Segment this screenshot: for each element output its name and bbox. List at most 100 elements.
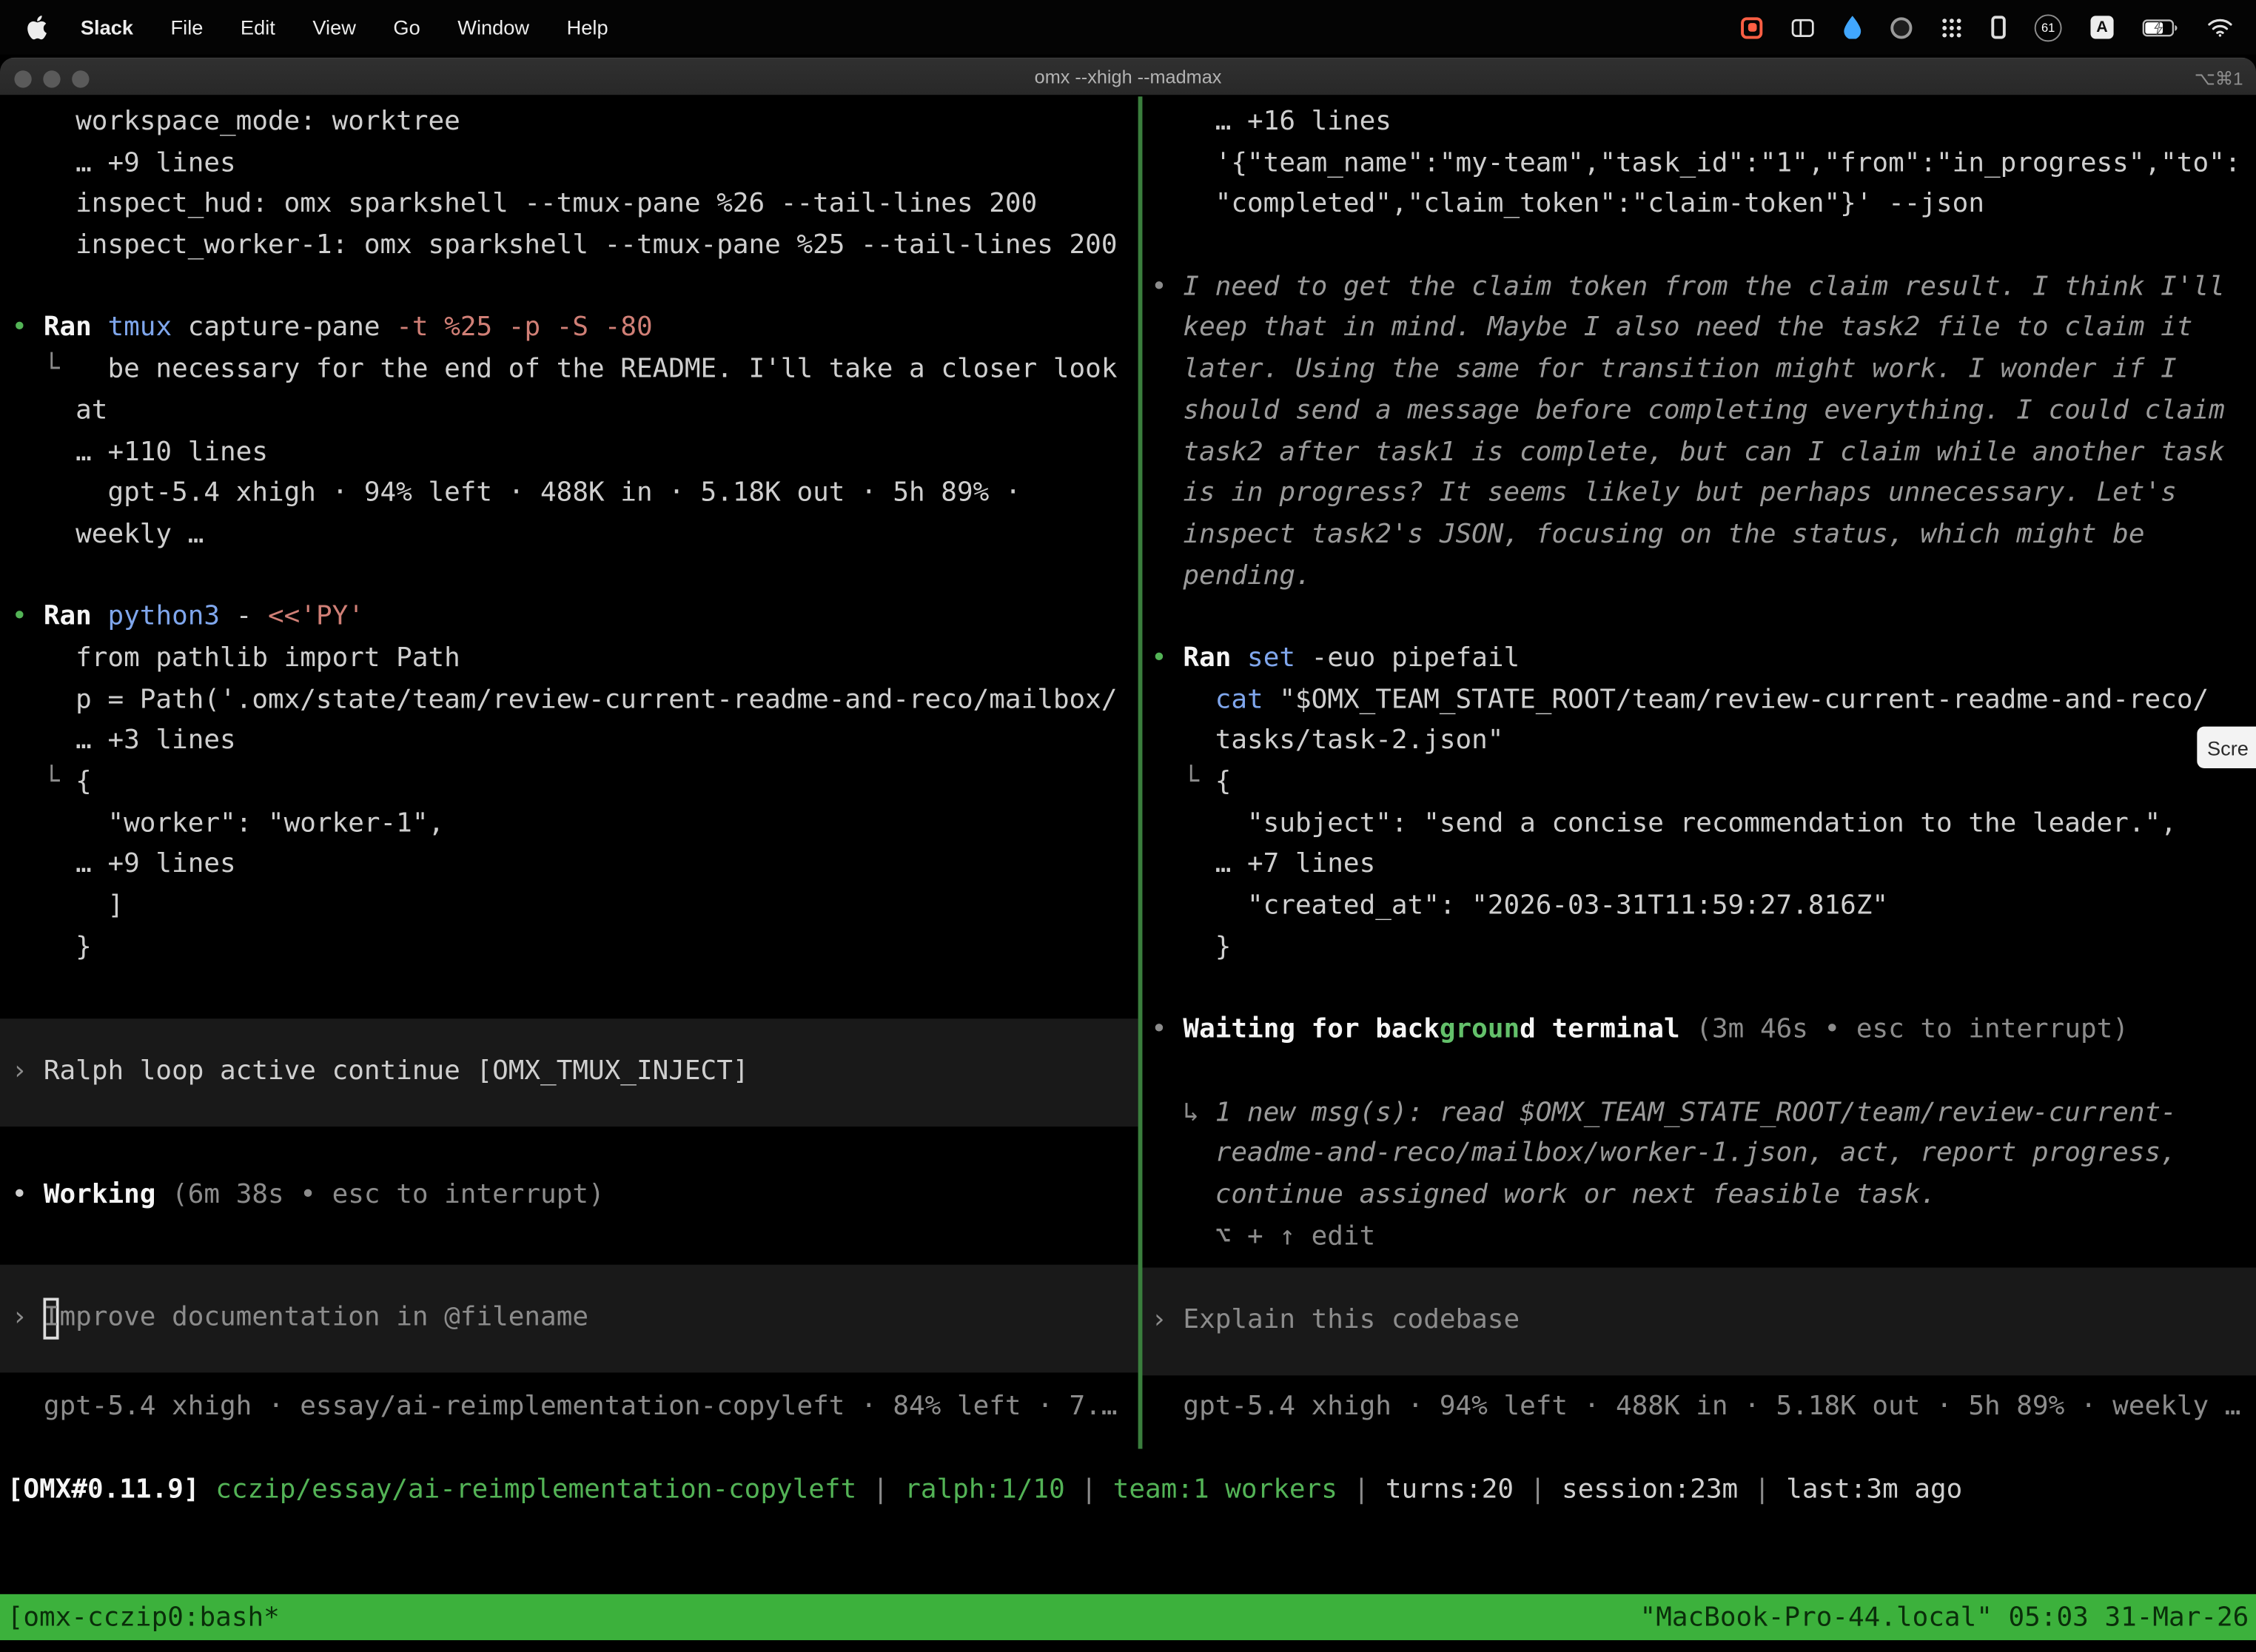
zoom-button[interactable] <box>72 70 89 87</box>
terminal-line: inspect task2's JSON, focusing on the st… <box>1142 515 2256 557</box>
text-segment: task2 after task1 is complete, but can I… <box>1151 437 2225 467</box>
text-segment: -t %25 -p -S -80 <box>396 313 652 343</box>
terminal-line: └ { <box>1142 762 2256 804</box>
terminal-line: gpt-5.4 xhigh · 94% left · 488K in · 5.1… <box>1142 1387 2256 1428</box>
menu-file[interactable]: File <box>152 16 221 38</box>
text-segment: └ <box>12 354 108 384</box>
input-placeholder: mprove documentation in @filename <box>60 1302 589 1332</box>
terminal-window: omx --xhigh --madmax ⌥⌘1 workspace_mode:… <box>0 58 2256 1652</box>
terminal-line: … +3 lines <box>0 722 1138 763</box>
text-segment: | <box>1337 1474 1386 1505</box>
terminal-line: "worker": "worker-1", <box>0 804 1138 845</box>
macos-menu-bar: Slack File Edit View Go Window Help 61 A <box>0 0 2256 55</box>
text-segment: p = Path('.omx/state/team/review-current… <box>12 685 1118 715</box>
terminal-line: • Ran set -euo pipefail <box>1142 639 2256 680</box>
app-grid-icon[interactable] <box>1941 16 1962 38</box>
text-segment: inspect_hud: omx sparkshell --tmux-pane … <box>12 189 1038 219</box>
window-grid-icon[interactable] <box>1791 18 1814 36</box>
terminal-line: continue assigned work or next feasible … <box>1142 1175 2256 1217</box>
terminal-line: from pathlib import Path <box>0 639 1138 680</box>
prompt-input-band[interactable]: › Explain this codebase <box>1142 1268 2256 1375</box>
dark-circle-icon[interactable] <box>1890 16 1912 38</box>
tmux-pane-left[interactable]: workspace_mode: worktree … +9 lines insp… <box>0 96 1138 1448</box>
prompt-input-band[interactable]: › Ralph loop active continue [OMX_TMUX_I… <box>0 1019 1138 1126</box>
text-segment: ] <box>12 890 124 921</box>
terminal-output-block: workspace_mode: worktree … +9 lines insp… <box>0 102 1138 969</box>
text-segment: "$OMX_TEAM_STATE_ROOT/team/review-curren… <box>1279 685 2209 715</box>
omx-last-activity: last:3m ago <box>1786 1474 1962 1505</box>
apple-icon <box>26 14 47 40</box>
text-segment: • <box>1151 272 1183 302</box>
screen-recording-icon[interactable] <box>1741 16 1762 38</box>
minimize-button[interactable] <box>43 70 60 87</box>
battery-charging-icon[interactable] <box>2142 18 2178 36</box>
menu-view[interactable]: View <box>294 16 375 38</box>
text-segment: is in progress? It seems likely but perh… <box>1151 478 2177 508</box>
text-segment: pending. <box>1151 560 1312 591</box>
text-segment: • <box>1151 643 1183 674</box>
terminal-line: … +16 lines <box>1142 102 2256 144</box>
text-segment: 1 new msg(s): read $OMX_TEAM_STATE_ROOT/… <box>1215 1097 2177 1127</box>
terminal-line: is in progress? It seems likely but perh… <box>1142 474 2256 515</box>
terminal-line <box>0 267 1138 309</box>
record-dot <box>1748 23 1756 32</box>
text-segment: set <box>1247 643 1312 674</box>
tmux-host-clock: "MacBook-Pro-44.local" 05:03 31-Mar-26 <box>1640 1602 2249 1633</box>
screen: Slack File Edit View Go Window Help 61 A <box>0 0 2256 1652</box>
terminal-line: cat "$OMX_TEAM_STATE_ROOT/team/review-cu… <box>1142 680 2256 722</box>
phone-mirroring-icon[interactable] <box>1991 16 2005 38</box>
omx-branch: cczip/essay/ai-reimplementation-copyleft <box>215 1474 856 1505</box>
terminal-line: └ be necessary for the end of the README… <box>0 350 1138 392</box>
terminal-line: p = Path('.omx/state/team/review-current… <box>0 680 1138 722</box>
text-segment: └ <box>1151 767 1215 797</box>
text-segment: Ralph loop active continue [OMX_TMUX_INJ… <box>44 1057 749 1087</box>
text-segment: Ran <box>44 602 108 632</box>
terminal-line <box>1142 969 2256 1010</box>
terminal-line: task2 after task1 is complete, but can I… <box>1142 432 2256 474</box>
battery-percentage-badge[interactable]: 61 <box>2035 13 2062 41</box>
text-segment: "completed","claim_token":"claim-token"}… <box>1151 189 1984 219</box>
omx-ralph-count: ralph:1/10 <box>904 1474 1065 1505</box>
wifi-icon[interactable] <box>2207 17 2233 37</box>
text-segment: } <box>12 932 92 962</box>
apple-menu[interactable] <box>17 14 61 40</box>
terminal-line: • Ran python3 - <<'PY' <box>0 597 1138 639</box>
text-segment: gpt-5.4 xhigh · 94% left · 488K in · 5.1… <box>12 478 1021 508</box>
close-button[interactable] <box>14 70 31 87</box>
terminal-line: workspace_mode: worktree <box>0 102 1138 144</box>
text-segment <box>1151 685 1215 715</box>
input-source-icon[interactable]: A <box>2090 16 2113 38</box>
text-segment: • <box>12 1180 44 1210</box>
text-segment: later. Using the same for transition mig… <box>1151 354 2177 384</box>
text-segment: python3 <box>107 602 235 632</box>
text-segment: "created_at": "2026-03-31T11:59:27.816Z" <box>1151 890 1888 921</box>
prompt-input-band[interactable]: › Improve documentation in @filename <box>0 1264 1138 1371</box>
text-segment: <<'PY' <box>268 602 364 632</box>
screen-capture-notification[interactable]: Scre <box>2197 727 2256 768</box>
window-titlebar[interactable]: omx --xhigh --madmax ⌥⌘1 <box>0 58 2256 96</box>
text-segment: { <box>1215 767 1232 797</box>
menu-bar-left: Slack File Edit View Go Window Help <box>17 14 627 40</box>
menu-help[interactable]: Help <box>548 16 627 38</box>
tmux-pane-right[interactable]: … +16 lines '{"team_name":"my-team","tas… <box>1142 96 2256 1448</box>
text-segment: at <box>12 395 108 426</box>
water-drop-icon[interactable] <box>1843 16 1861 38</box>
text-segment: › <box>12 1057 44 1087</box>
input-placeholder: Explain this codebase <box>1183 1306 1520 1336</box>
app-menu-slack[interactable]: Slack <box>62 16 152 38</box>
text-segment: from pathlib import Path <box>12 643 460 674</box>
text-segment: keep that in mind. Maybe I also need the… <box>1151 313 2192 343</box>
omx-session-time: session:23m <box>1562 1474 1738 1505</box>
menu-edit[interactable]: Edit <box>222 16 294 38</box>
text-segment: { <box>75 767 92 797</box>
text-segment: | <box>856 1474 904 1505</box>
text-segment: | <box>1738 1474 1786 1505</box>
menu-go[interactable]: Go <box>375 16 439 38</box>
menu-window[interactable]: Window <box>439 16 548 38</box>
terminal-line: … +110 lines <box>0 432 1138 474</box>
window-title: omx --xhigh --madmax <box>1035 66 1222 87</box>
terminal-line <box>1142 1052 2256 1093</box>
text-segment: - <box>236 602 268 632</box>
terminal-line: gpt-5.4 xhigh · essay/ai-reimplementatio… <box>0 1386 1138 1428</box>
terminal-output-block: • Working (6m 38s • esc to interrupt) <box>0 1175 1138 1217</box>
